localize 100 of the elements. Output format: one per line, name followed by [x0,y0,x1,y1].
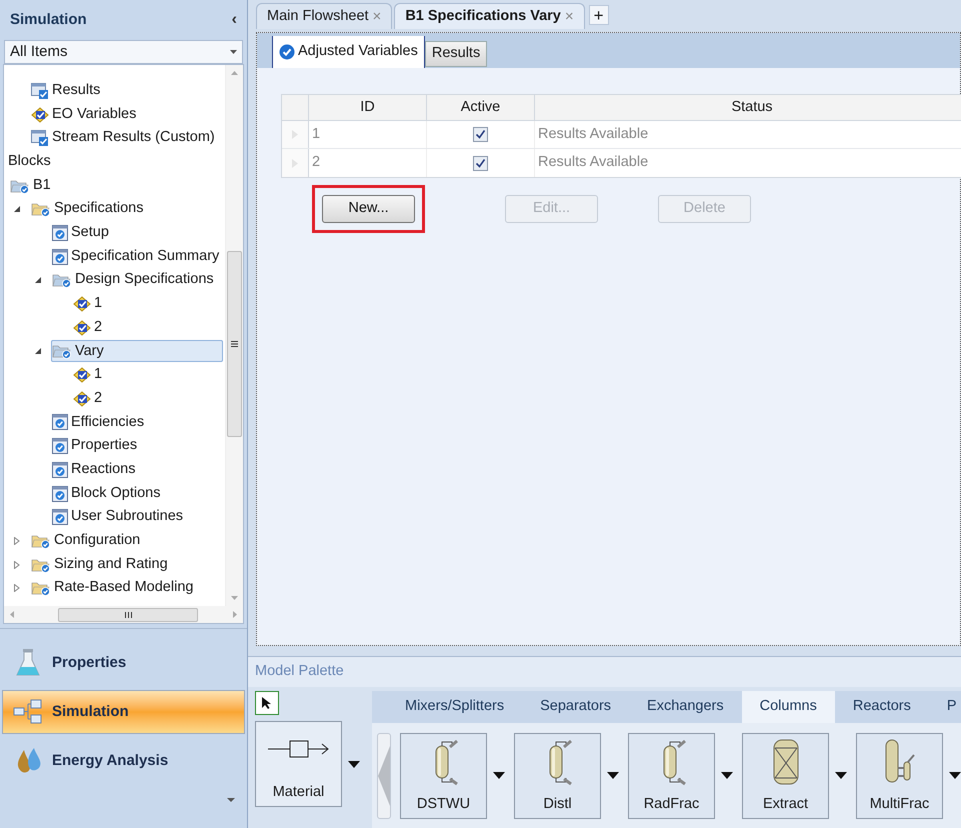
tree-item[interactable]: Efficiencies [51,411,154,434]
palette-tab[interactable]: Reactors [834,691,929,723]
checked-form-icon [52,248,68,265]
form-tab[interactable]: Results [424,41,488,67]
palette-tab[interactable]: P [928,691,961,723]
document-tab[interactable]: B1 Specifications Vary × [394,3,585,29]
tree-item[interactable]: Design Specifications [51,269,223,292]
flask-icon [15,648,41,678]
collapse-button[interactable]: ‹ [232,12,237,28]
expanded-arrow-icon[interactable] [13,205,21,214]
folder-check-icon [31,580,51,596]
tree-item[interactable]: Reactions [51,458,144,481]
filter-dropdown[interactable]: All Items [4,40,243,64]
checked-diamond-icon [73,367,91,384]
module-button[interactable]: Simulation [2,690,245,734]
folder-check-icon [31,532,51,549]
expanded-arrow-icon[interactable] [34,347,42,356]
scroll-left-icon[interactable] [10,611,14,618]
collapsed-arrow-icon[interactable] [13,584,21,592]
results-window-icon [31,82,49,99]
folder-check-icon [52,272,72,288]
collapsed-arrow-icon[interactable] [13,536,21,545]
section-heading: Blocks [8,152,51,172]
column-header[interactable]: Active [427,95,535,120]
checked-form-icon [52,486,68,502]
grip-icon [231,341,238,347]
more-arrow-icon[interactable] [227,798,235,802]
tree-item[interactable]: Stream Results (Custom) [30,127,224,150]
tree-item[interactable]: Sizing and Rating [30,554,177,576]
material-stream-icon [268,738,330,760]
tree-item[interactable]: Specifications [30,198,152,220]
module-button[interactable]: Properties [2,641,245,685]
palette-tab[interactable]: Columns [742,691,835,723]
active-checkbox[interactable] [473,127,488,142]
tree-item[interactable]: B1 [9,174,60,197]
model-button[interactable]: Extract [742,732,829,818]
table-cell: 2 [309,149,427,177]
tree-item[interactable]: Properties [51,435,146,458]
checked-form-icon [52,414,68,430]
scroll-down-icon[interactable] [231,596,238,600]
folder-check-icon [31,201,51,218]
scrollbar-thumb[interactable] [58,608,198,622]
palette-tab[interactable]: Mixers/Splitters [387,691,522,723]
model-button[interactable]: MultiFrac [856,732,943,818]
checked-form-icon [52,462,68,478]
hierarchy-icon [13,699,43,725]
dropdown-arrow-icon [230,50,237,54]
tree-item[interactable]: User Subroutines [51,506,192,528]
tree-item[interactable]: 2 [72,388,112,410]
caret-icon[interactable] [607,772,619,779]
results-window-icon [31,130,49,146]
panel-title: Simulation [10,10,87,30]
table-cell: 1 [309,121,427,148]
folder-check-icon [52,343,72,360]
caret-icon[interactable] [348,760,360,768]
scrollbar-thumb[interactable] [227,251,242,437]
caret-icon[interactable] [835,772,847,779]
stream-model-button[interactable]: Material [255,721,342,807]
caret-icon[interactable] [721,772,733,779]
caret-icon[interactable] [949,772,961,779]
tree-item[interactable]: 2 [72,316,112,339]
grip-icon [124,612,132,618]
action-button[interactable]: New... [322,195,415,223]
horizontal-scrollbar[interactable] [4,606,243,623]
module-button[interactable]: Energy Analysis [2,739,245,783]
collapsed-arrow-icon[interactable] [13,560,21,569]
tree-item[interactable]: EO Variables [30,104,146,126]
column-header[interactable]: Status [535,95,961,120]
form-tab[interactable]: Adjusted Variables [272,36,425,68]
scroll-right-icon[interactable] [233,611,237,618]
vertical-scrollbar[interactable] [225,65,243,606]
checked-diamond-icon [73,320,91,336]
tree-item[interactable]: Vary [51,340,223,362]
folder-check-icon [31,556,51,573]
active-checkbox[interactable] [473,156,488,170]
column-header[interactable]: ID [309,95,427,120]
checked-form-icon [52,224,68,241]
tree-item[interactable]: Block Options [51,482,170,505]
tree-item[interactable]: Specification Summary [51,246,225,268]
model-button[interactable]: Distl [514,732,601,818]
scroll-up-icon[interactable] [231,71,238,75]
select-tool-button[interactable] [255,691,279,715]
new-tab-button[interactable]: + [588,5,609,25]
tree-item[interactable]: 1 [72,364,112,386]
model-button[interactable]: DSTWU [400,732,487,818]
tree-item[interactable]: 1 [72,293,112,316]
checked-form-icon [52,509,68,526]
palette-tab[interactable]: Exchangers [629,691,742,723]
tree-item[interactable]: Setup [51,222,118,244]
pointer-icon [261,696,273,710]
document-tab[interactable]: Main Flowsheet × [256,3,392,29]
tree-item[interactable]: Results [30,80,110,102]
tree-item[interactable]: Rate-Based Modeling [30,577,202,600]
table-cell-text: Results Available [537,153,650,172]
palette-tab[interactable]: Separators [522,691,630,723]
caret-icon[interactable] [493,772,505,779]
tree-item[interactable]: Configuration [30,530,150,552]
folder-check-icon [10,178,30,194]
expanded-arrow-icon[interactable] [34,276,42,284]
model-button[interactable]: RadFrac [628,732,715,818]
